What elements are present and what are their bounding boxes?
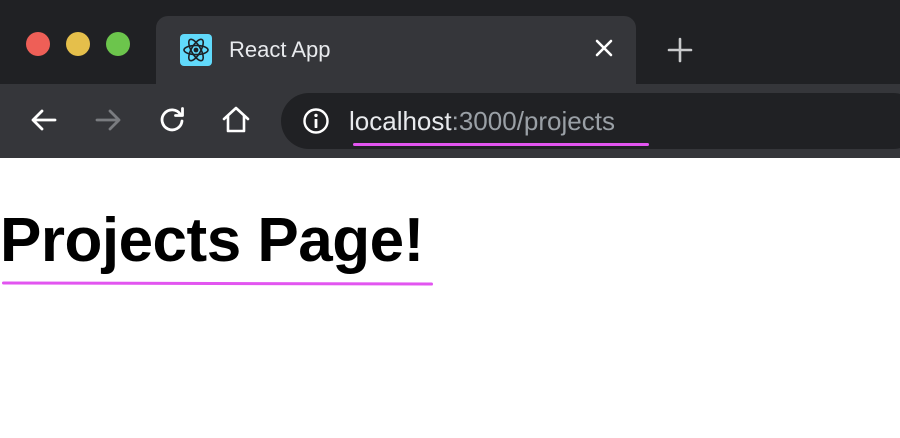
window-zoom-button[interactable] [106, 32, 130, 56]
url-host: localhost [349, 106, 452, 136]
arrow-right-icon[interactable] [92, 104, 124, 136]
reload-icon[interactable] [156, 104, 188, 136]
heading-annotation-underline [1, 281, 434, 286]
close-icon[interactable] [592, 36, 616, 60]
home-icon[interactable] [220, 104, 252, 136]
react-logo-icon [180, 34, 212, 66]
page-content: Projects Page! [0, 158, 900, 438]
arrow-left-icon[interactable] [28, 104, 60, 136]
tab-title: React App [229, 37, 331, 62]
url-annotation-underline [353, 143, 649, 146]
info-icon[interactable] [302, 107, 330, 135]
page-heading: Projects Page! [0, 206, 424, 275]
address-bar[interactable]: localhost:3000/projects [281, 93, 900, 149]
plus-icon[interactable] [666, 36, 694, 64]
tab-react-app[interactable]: React App [156, 16, 636, 84]
window-minimize-button[interactable] [66, 32, 90, 56]
browser-toolbar: localhost:3000/projects [0, 84, 900, 242]
browser-titlebar: React App [0, 0, 900, 84]
window-close-button[interactable] [26, 32, 50, 56]
url-path: :3000/projects [451, 106, 615, 136]
url-text[interactable]: localhost:3000/projects [349, 106, 615, 136]
